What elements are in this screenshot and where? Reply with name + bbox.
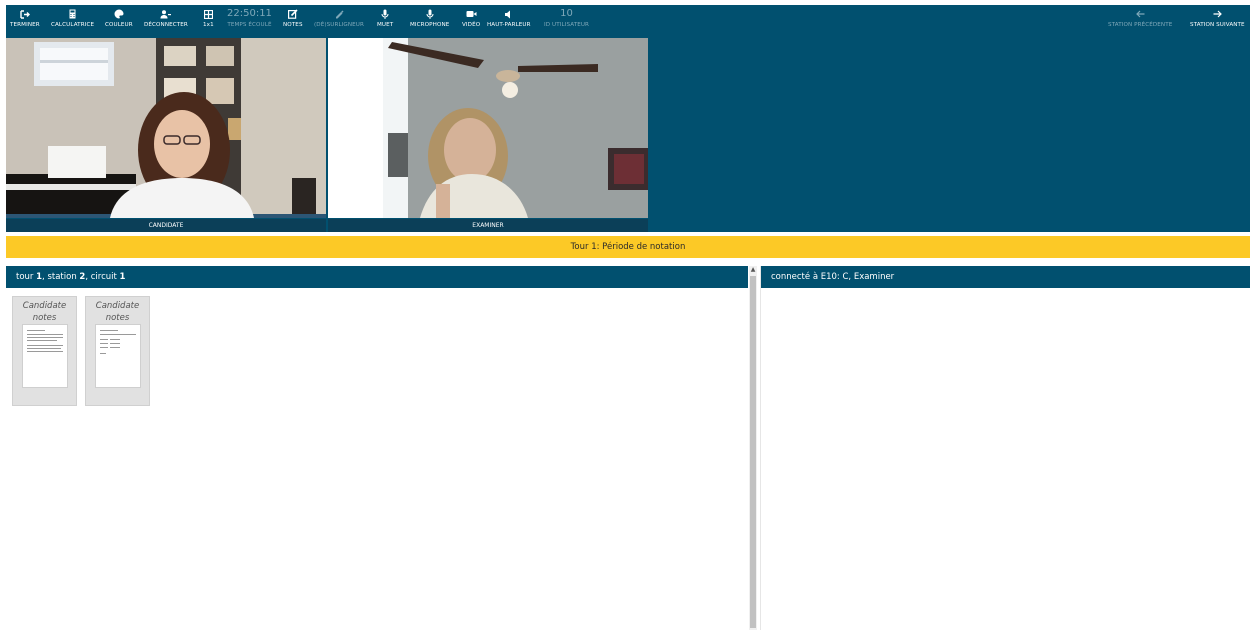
elapsed-time-label: TEMPS ÉCOULÉ <box>227 22 272 28</box>
scrollbar-thumb[interactable] <box>750 276 756 628</box>
elapsed-time: 22:50:11 TEMPS ÉCOULÉ <box>227 8 272 29</box>
examiner-video-label: EXAMINER <box>328 219 648 232</box>
speaker-icon <box>504 8 513 20</box>
user-minus-icon <box>160 8 172 20</box>
document-card-title: Candidate notes <box>95 301 140 323</box>
calculator-label: CALCULATRICE <box>51 22 95 28</box>
left-panel-header: tour 1, station 2, circuit 1 <box>6 266 748 288</box>
document-thumbnail <box>22 324 68 388</box>
document-thumbnail <box>95 324 141 388</box>
arrow-left-icon <box>1135 8 1145 20</box>
previous-station-label: STATION PRÉCÉDENTE <box>1108 22 1173 28</box>
video-grid <box>6 38 648 218</box>
document-card[interactable]: Candidate notes <box>12 296 77 406</box>
exit-icon <box>20 8 30 20</box>
examiner-video <box>328 38 648 218</box>
next-station-button[interactable]: STATION SUIVANTE <box>1190 8 1245 29</box>
document-card[interactable]: Candidate notes <box>85 296 150 406</box>
notes-label: NOTES <box>283 22 303 28</box>
calculator-icon <box>69 8 76 20</box>
color-label: COULEUR <box>105 22 133 28</box>
disconnect-button[interactable]: DÉCONNECTER <box>144 8 188 29</box>
right-panel-header: connecté à E10: C, Examiner <box>761 266 1250 288</box>
speaker-label: HAUT-PARLEUR <box>487 22 531 28</box>
top-area: TERMINER CALCULATRICE COULEUR DÉCONNECTE… <box>6 5 1250 232</box>
layout-button[interactable]: 1x1 <box>203 8 214 29</box>
elapsed-time-value: 22:50:11 <box>227 8 272 19</box>
candidate-video-label: CANDIDATE <box>6 219 326 232</box>
grid-icon <box>203 8 213 20</box>
header-text-circuit: , circuit <box>85 272 120 282</box>
video-label: VIDÉO <box>462 22 481 28</box>
speaker-button[interactable]: HAUT-PARLEUR <box>487 8 531 29</box>
palette-icon <box>114 8 124 20</box>
microphone-icon <box>426 8 434 20</box>
highlighter-label: (DÉ)SURLIGNEUR <box>314 22 364 28</box>
round-status-banner: Tour 1: Période de notation <box>6 236 1250 258</box>
layout-label: 1x1 <box>203 22 214 28</box>
calculator-button[interactable]: CALCULATRICE <box>51 8 94 29</box>
header-text-tour: tour <box>16 272 37 282</box>
end-label: TERMINER <box>10 22 40 28</box>
next-station-label: STATION SUIVANTE <box>1190 22 1245 28</box>
color-button[interactable]: COULEUR <box>105 8 133 29</box>
header-text-station: , station <box>42 272 80 282</box>
candidate-video <box>6 38 326 218</box>
header-circuit-number: 1 <box>119 272 126 282</box>
microphone-button[interactable]: MICROPHONE <box>410 8 449 29</box>
right-panel: connecté à E10: C, Examiner <box>760 266 1250 630</box>
end-button[interactable]: TERMINER <box>10 8 40 29</box>
mute-label: MUET <box>377 22 394 28</box>
edit-icon <box>287 8 298 20</box>
microphone-mute-icon <box>381 8 389 20</box>
previous-station-button[interactable]: STATION PRÉCÉDENTE <box>1108 8 1172 29</box>
notes-button[interactable]: NOTES <box>283 8 303 29</box>
highlighter-button[interactable]: (DÉ)SURLIGNEUR <box>314 8 364 29</box>
video-button[interactable]: VIDÉO <box>462 8 480 29</box>
user-id-value: 10 <box>560 8 573 19</box>
document-card-title: Candidate notes <box>22 301 67 323</box>
user-id: 10 ID UTILISATEUR <box>544 8 589 29</box>
microphone-label: MICROPHONE <box>410 22 450 28</box>
disconnect-label: DÉCONNECTER <box>144 22 188 28</box>
video-camera-icon <box>466 8 477 20</box>
left-panel-scrollbar[interactable]: ▲ <box>749 266 757 630</box>
toolbar: TERMINER CALCULATRICE COULEUR DÉCONNECTE… <box>6 5 1250 35</box>
mute-button[interactable]: MUET <box>377 8 393 29</box>
arrow-right-icon <box>1213 8 1222 20</box>
scroll-up-icon[interactable]: ▲ <box>750 266 756 274</box>
user-id-label: ID UTILISATEUR <box>544 22 590 28</box>
highlighter-icon <box>334 8 344 20</box>
